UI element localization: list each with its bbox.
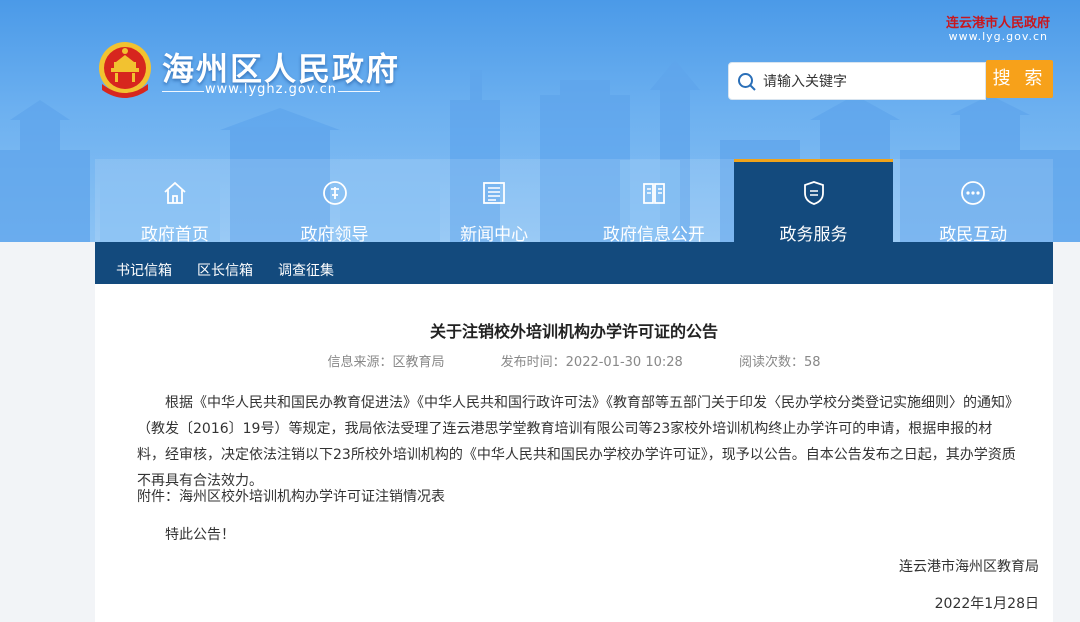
news-icon [483,182,506,204]
search-icon [738,73,756,91]
article-paragraph: 根据《中华人民共和国民办教育促进法》《中华人民共和国行政许可法》《教育部等五部门… [137,395,1016,489]
city-government-link[interactable]: 连云港市人民政府 [946,12,1050,31]
article-meta: 信息来源：区教育局 发布时间：2022-01-30 10:28 阅读次数：58 [95,351,1053,370]
nav-item-label: 政务服务 [779,225,848,242]
nav-item-gov-info[interactable]: 政府信息公开 [574,159,734,242]
article-notice: 特此公告！ [165,527,235,543]
home-icon [164,181,186,204]
article-view-count: 阅读次数：58 [738,355,821,370]
shield-icon [803,181,824,205]
nav-item-leaders[interactable]: 政府领导 [255,159,415,242]
article-title: 关于注销校外培训机构办学许可证的公告 [429,322,718,341]
subnav-item-mayor-mailbox[interactable]: 区长信箱 [197,260,253,284]
nav-item-news[interactable]: 新闻中心 [414,159,574,242]
search-box[interactable] [728,62,986,100]
nav-item-interaction[interactable]: 政民互动 [893,159,1053,242]
chat-icon [961,181,986,205]
header-banner: 海州区人民政府 www.lyghz.gov.cn 连云港市人民政府 www.ly… [0,0,1080,242]
article-body: 根据《中华人民共和国民办教育促进法》《中华人民共和国行政许可法》《教育部等五部门… [137,390,1017,494]
subnav-item-survey[interactable]: 调查征集 [278,260,334,284]
article-container: 关于注销校外培训机构办学许可证的公告 信息来源：区教育局 发布时间：2022-0… [95,284,1053,622]
nav-item-label: 政府领导 [300,225,369,242]
leader-icon [322,181,347,205]
article-signer: 连云港市海州区教育局 [899,559,1039,575]
search-input[interactable] [761,71,980,93]
city-government-url[interactable]: www.lyg.gov.cn [949,30,1048,43]
article-publish-time: 发布时间：2022-01-30 10:28 [500,355,683,370]
book-icon [642,183,665,204]
main-nav: 政府首页 政府领导 新闻中心 政府信息公开 政务服务 政民互动 [95,159,1053,242]
nav-item-label: 政民互动 [939,225,1008,242]
site-url-wrap: www.lyghz.gov.cn [162,82,380,100]
nav-item-label: 新闻中心 [460,225,529,242]
national-emblem-icon [99,42,151,98]
site-url: www.lyghz.gov.cn [205,82,337,97]
nav-item-services[interactable]: 政务服务 [733,159,894,242]
nav-item-label: 政府首页 [140,225,209,242]
sub-nav: 书记信箱 区长信箱 调查征集 [95,242,1053,284]
nav-item-label: 政府信息公开 [602,225,705,242]
search-button[interactable]: 搜 索 [986,60,1053,98]
subnav-item-secretary-mailbox[interactable]: 书记信箱 [116,260,172,284]
article-attachment[interactable]: 附件：海州区校外培训机构办学许可证注销情况表 [137,486,445,506]
article-date: 2022年1月28日 [934,596,1039,612]
nav-item-home[interactable]: 政府首页 [95,159,255,242]
article-source: 信息来源：区教育局 [327,355,445,370]
